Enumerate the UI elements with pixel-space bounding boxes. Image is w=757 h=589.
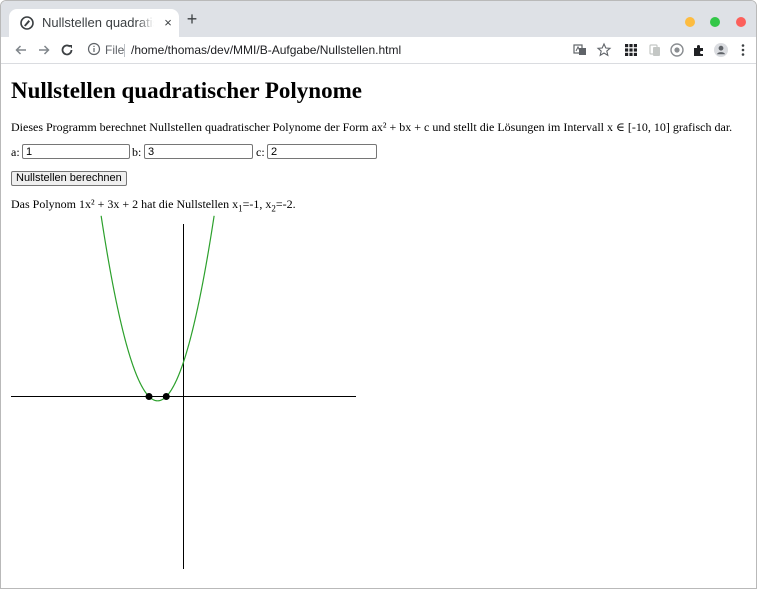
parabola-curve [100,215,215,402]
tab-close-icon[interactable]: × [160,15,176,31]
forward-icon[interactable] [36,42,52,58]
new-tab-icon[interactable]: + [183,10,201,28]
extension-icon[interactable] [691,42,707,58]
browser-window: Nullstellen quadratischer Polynome × + F… [0,0,757,589]
translate-icon[interactable] [572,42,588,58]
toolbar: File /home/thomas/dev/MMI/B-Aufgabe/Null… [1,37,756,64]
omnibox-separator [124,44,125,57]
back-icon[interactable] [13,42,29,58]
apps-icon[interactable] [623,42,639,58]
extension-badge-icon[interactable] [669,42,685,58]
window-minimize-button[interactable] [685,17,695,27]
function-plot [11,215,356,569]
window-maximize-button[interactable] [710,17,720,27]
info-icon[interactable] [87,42,101,56]
copy-extension-icon[interactable] [647,42,663,58]
profile-icon[interactable] [713,42,729,58]
reload-icon[interactable] [59,42,75,58]
tab-strip: Nullstellen quadratischer Polynome × + [1,1,756,37]
globe-icon [20,16,34,30]
window-close-button[interactable] [736,17,746,27]
tab-title: Nullstellen quadratischer Polynome [42,15,154,30]
menu-icon[interactable] [735,42,751,58]
address-bar-url[interactable]: /home/thomas/dev/MMI/B-Aufgabe/Nullstell… [131,43,401,57]
page-content: Nullstellen quadratischer Polynome Diese… [1,64,756,588]
file-scheme-label: File [105,43,125,57]
root-marker-2 [145,393,153,400]
star-icon[interactable] [596,42,612,58]
root-marker-1 [162,393,170,400]
active-tab[interactable]: Nullstellen quadratischer Polynome × [9,9,179,37]
